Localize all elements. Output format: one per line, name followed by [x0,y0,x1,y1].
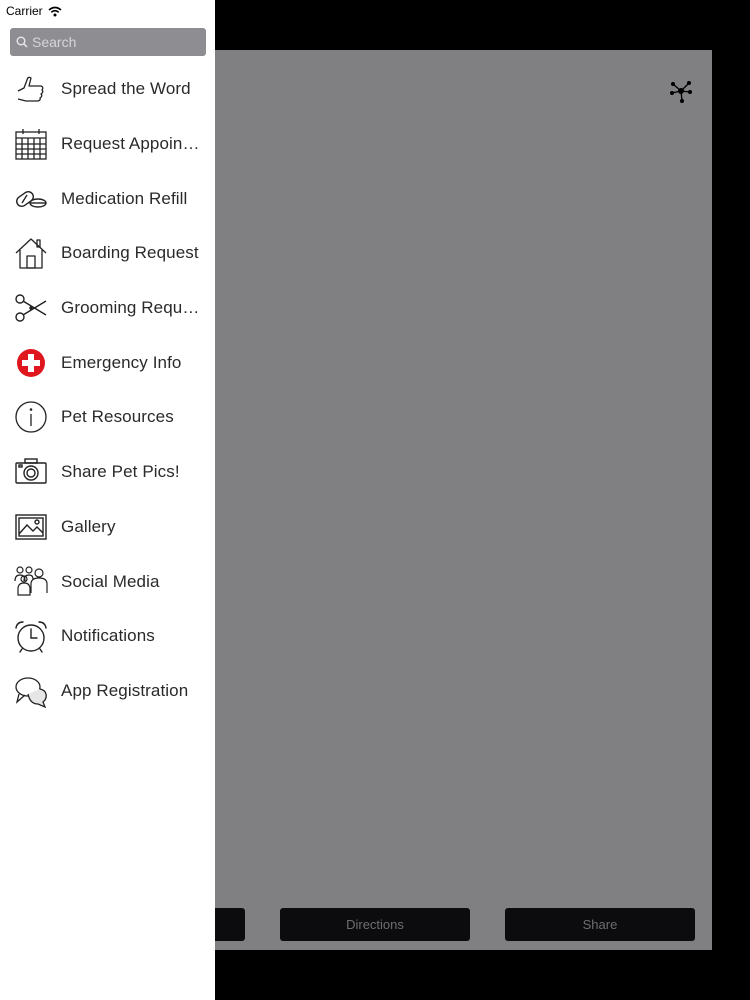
menu-item-label: Medication Refill [61,188,188,208]
people-icon [14,565,48,599]
menu-item-grooming-request[interactable]: Grooming Request [0,281,215,336]
search-icon [16,36,28,48]
status-bar: Carrier [0,0,215,22]
menu-item-label: Boarding Request [61,243,199,263]
menu-item-gallery[interactable]: Gallery [0,500,215,555]
menu-item-label: Share Pet Pics! [61,462,180,482]
menu-item-label: Notifications [61,626,155,646]
share-network-icon[interactable] [668,78,694,104]
directions-button[interactable]: Directions [280,908,470,941]
info-icon [14,400,48,434]
menu-item-social-media[interactable]: Social Media [0,554,215,609]
menu-item-spread-the-word[interactable]: Spread the Word [0,62,215,117]
menu-item-label: App Registration [61,680,189,700]
red-cross-icon [14,346,48,380]
house-icon [14,236,48,270]
menu-item-label: Grooming Request [61,298,201,318]
menu-item-medication-refill[interactable]: Medication Refill [0,171,215,226]
menu-item-notifications[interactable]: Notifications [0,609,215,664]
carrier-label: Carrier [6,4,43,18]
drawer-menu: Spread the Word Request Appointment [0,62,215,718]
chat-bubbles-icon [14,674,48,708]
image-icon [14,510,48,544]
calendar-icon [14,127,48,161]
side-drawer: Carrier Spread the Word [0,0,215,1000]
share-button[interactable]: Share [505,908,695,941]
search-box[interactable] [10,28,206,56]
menu-item-label: Emergency Info [61,352,182,372]
menu-item-pet-resources[interactable]: Pet Resources [0,390,215,445]
menu-item-label: Gallery [61,516,116,536]
menu-item-boarding-request[interactable]: Boarding Request [0,226,215,281]
pills-icon [14,182,48,216]
menu-item-request-appointment[interactable]: Request Appointment [0,117,215,172]
menu-item-label: Request Appointment [61,134,201,154]
menu-item-share-pet-pics[interactable]: Share Pet Pics! [0,445,215,500]
thumbs-up-icon [14,72,48,106]
menu-item-app-registration[interactable]: App Registration [0,664,215,719]
alarm-clock-icon [14,619,48,653]
wifi-icon [48,6,62,16]
main-content-panel [160,50,712,950]
search-input[interactable] [32,34,192,50]
menu-item-emergency-info[interactable]: Emergency Info [0,335,215,390]
camera-icon [14,455,48,489]
menu-item-label: Social Media [61,571,160,591]
scissors-icon [14,291,48,325]
menu-item-label: Spread the Word [61,79,191,99]
menu-item-label: Pet Resources [61,407,174,427]
